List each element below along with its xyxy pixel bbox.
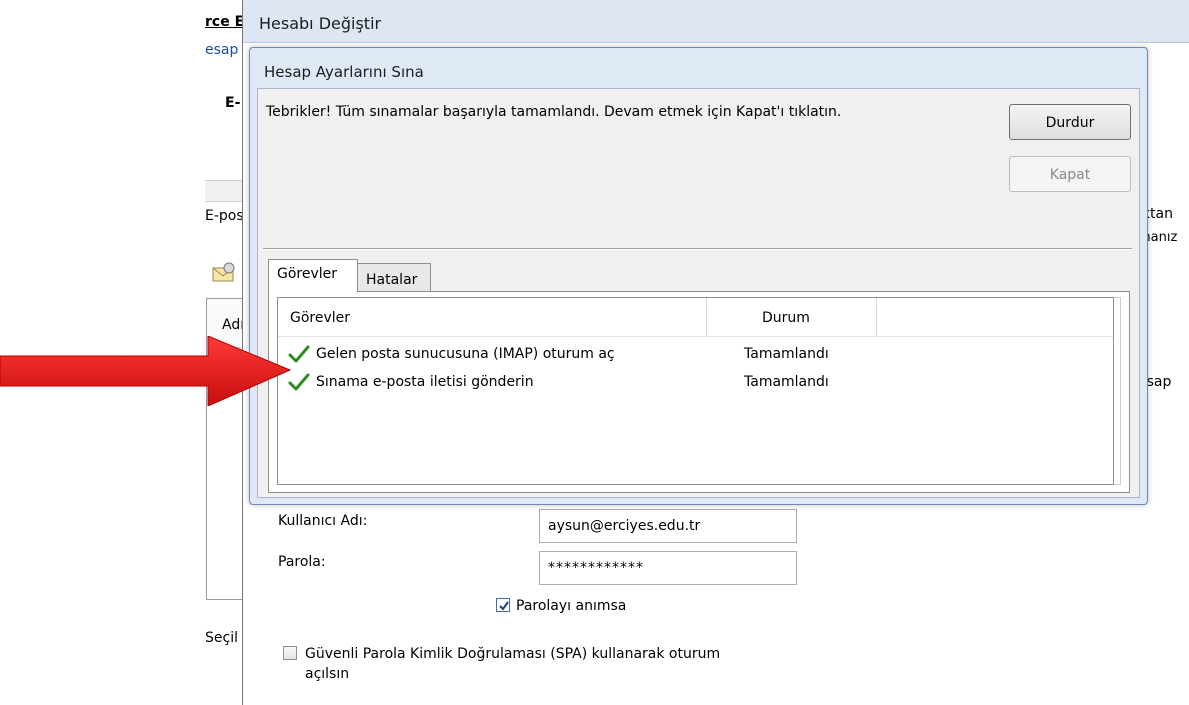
checkmark-icon (499, 601, 509, 611)
red-arrow-icon (0, 336, 292, 406)
table-row[interactable]: Gelen posta sunucusuna (IMAP) oturum aç … (278, 342, 1113, 368)
password-label: Parola: (278, 554, 326, 570)
test-account-settings-dialog: Hesap Ayarlarını Sına Tebrikler! Tüm sın… (249, 47, 1148, 505)
password-field[interactable]: ************ (539, 551, 797, 585)
task-name: Gelen posta sunucusuna (IMAP) oturum aç (316, 346, 615, 362)
task-status: Tamamlandı (744, 374, 829, 390)
table-row[interactable]: Sınama e-posta iletisi gönderin Tamamlan… (278, 370, 1113, 396)
change-account-titlebar: Hesabı Değiştir (243, 0, 1189, 43)
tasks-tab-panel: Görevler Durum Gelen posta sunucusuna (I… (268, 291, 1130, 493)
task-name: Sınama e-posta iletisi gönderin (316, 374, 534, 390)
email-account-icon[interactable] (211, 262, 237, 284)
tasks-table[interactable]: Görevler Durum Gelen posta sunucusuna (I… (277, 297, 1114, 485)
column-divider[interactable] (706, 298, 707, 336)
column-header-status[interactable]: Durum (762, 310, 810, 326)
stop-button[interactable]: Durdur (1009, 104, 1131, 140)
test-dialog-body: Tebrikler! Tüm sınamalar başarıyla tamam… (257, 88, 1140, 498)
username-field[interactable]: aysun@erciyes.edu.tr (539, 509, 797, 543)
change-account-title: Hesabı Değiştir (259, 14, 382, 33)
divider (263, 248, 1132, 250)
spa-label-line: açılsın (305, 666, 350, 682)
close-button[interactable]: Kapat (1009, 156, 1131, 192)
column-divider[interactable] (876, 298, 877, 336)
test-dialog-title: Hesap Ayarlarını Sına (264, 63, 424, 81)
column-header-tasks[interactable]: Görevler (290, 310, 350, 326)
remember-password-checkbox[interactable] (496, 598, 510, 612)
success-message: Tebrikler! Tüm sınamalar başarıyla tamam… (266, 104, 842, 120)
tasks-table-header: Görevler Durum (278, 298, 1113, 337)
tab-tasks[interactable]: Görevler (268, 259, 358, 292)
tab-errors[interactable]: Hatalar (357, 263, 431, 291)
account-list-column-name: Adı (222, 317, 245, 333)
task-status: Tamamlandı (744, 346, 829, 362)
table-scrollbar[interactable] (1114, 297, 1121, 485)
spa-checkbox[interactable] (283, 646, 297, 660)
spa-label-line: Güvenli Parola Kimlik Doğrulaması (SPA) … (305, 646, 721, 662)
remember-password-label: Parolayı anımsa (516, 598, 627, 614)
username-label: Kullanıcı Adı: (278, 513, 368, 529)
spa-label: Güvenli Parola Kimlik Doğrulaması (SPA) … (305, 644, 720, 684)
